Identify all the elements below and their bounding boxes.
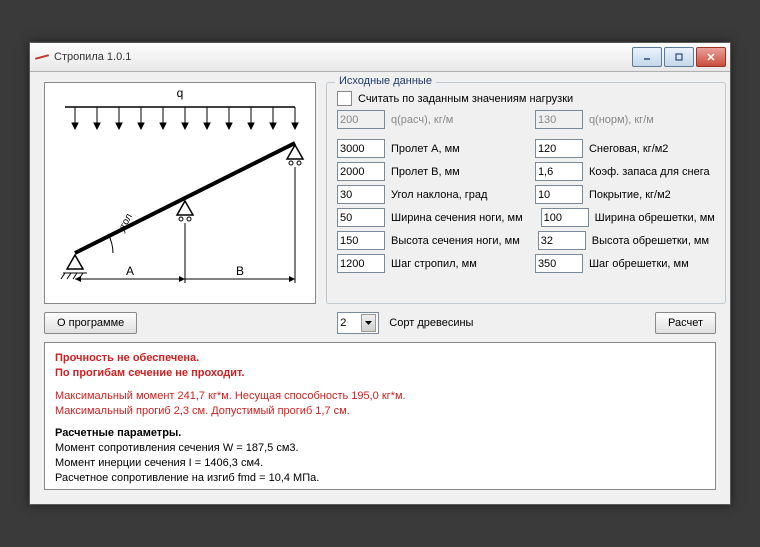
- result-line: Момент сопротивления сечения W = 187,5 с…: [55, 441, 705, 456]
- field-label: Снеговая, кг/м2: [589, 143, 669, 155]
- titlebar: Стропила 1.0.1: [30, 43, 730, 72]
- wood-grade-select[interactable]: 2: [337, 312, 379, 334]
- results-output: Прочность не обеспечена. По прогибам сеч…: [44, 342, 716, 490]
- field-input[interactable]: [337, 208, 385, 227]
- q-norm-input[interactable]: [535, 110, 583, 129]
- field-input[interactable]: [535, 139, 583, 158]
- result-line: Максимальный прогиб 2,3 см. Допустимый п…: [55, 404, 705, 419]
- field-input[interactable]: [337, 139, 385, 158]
- fieldset-legend: Исходные данные: [335, 75, 436, 87]
- field-input[interactable]: [337, 231, 385, 250]
- wood-grade-label: Сорт древесины: [389, 317, 473, 329]
- window-title: Стропила 1.0.1: [54, 51, 632, 63]
- field-label: Покрытие, кг/м2: [589, 189, 671, 201]
- app-window: Стропила 1.0.1 q: [29, 42, 731, 505]
- field-label: Шаг обрешетки, мм: [589, 258, 689, 270]
- chevron-down-icon: [361, 314, 376, 332]
- minimize-button[interactable]: [632, 47, 662, 67]
- svg-text:A: A: [126, 264, 134, 278]
- field-label: Шаг стропил, мм: [391, 258, 477, 270]
- field-input[interactable]: [337, 185, 385, 204]
- result-line: Прочность не обеспечена.: [55, 351, 705, 366]
- field-label: Ширина сечения ноги, мм: [391, 212, 523, 224]
- checkbox-label: Считать по заданным значениям нагрузки: [358, 93, 573, 105]
- result-line: Расчетные параметры.: [55, 426, 705, 441]
- app-icon: [34, 49, 50, 65]
- load-arrow-icon: [72, 107, 78, 129]
- field-input[interactable]: [337, 254, 385, 273]
- calculate-button[interactable]: Расчет: [655, 312, 716, 334]
- maximize-button[interactable]: [664, 47, 694, 67]
- field-input[interactable]: [535, 185, 583, 204]
- support-mid-icon: [177, 201, 193, 215]
- field-label: Высота обрешетки, мм: [592, 235, 709, 247]
- close-button[interactable]: [696, 47, 726, 67]
- q-calc-input[interactable]: [337, 110, 385, 129]
- field-label: Коэф. запаса для снега: [589, 166, 710, 178]
- beam-diagram: q: [44, 82, 316, 304]
- field-label: Пролет А, мм: [391, 143, 460, 155]
- use-given-loads-checkbox[interactable]: [337, 91, 352, 106]
- field-label: Пролет В, мм: [391, 166, 460, 178]
- svg-text:B: B: [236, 264, 244, 278]
- field-input[interactable]: [541, 208, 589, 227]
- result-line: Момент инерции сечения I = 1406,3 см4.: [55, 456, 705, 471]
- diagram-q-label: q: [177, 86, 184, 100]
- result-line: По прогибам сечение не проходит.: [55, 366, 705, 381]
- about-button[interactable]: О программе: [44, 312, 137, 334]
- support-left-icon: [67, 255, 83, 269]
- inputs-fieldset: Исходные данные Считать по заданным знач…: [326, 82, 726, 304]
- field-input[interactable]: [535, 162, 583, 181]
- field-label: Ширина обрешетки, мм: [595, 212, 715, 224]
- field-input[interactable]: [538, 231, 586, 250]
- field-input[interactable]: [535, 254, 583, 273]
- field-label: Угол наклона, град: [391, 189, 487, 201]
- field-input[interactable]: [337, 162, 385, 181]
- field-label: Высота сечения ноги, мм: [391, 235, 520, 247]
- result-line: Расчетное сопротивление на изгиб fmd = 1…: [55, 471, 705, 486]
- result-line: Максимальный момент 241,7 кг*м. Несущая …: [55, 389, 705, 404]
